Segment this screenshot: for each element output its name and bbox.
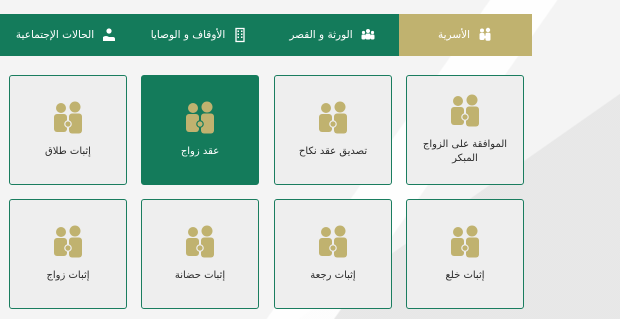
service-label: الموافقة على الزواج المبكر <box>422 138 508 165</box>
service-card-certify-marriage-contract[interactable]: تصديق عقد نكاح <box>274 75 392 185</box>
service-label: إثبات زواج <box>46 269 90 281</box>
tab-family[interactable]: الأسرية <box>399 14 532 56</box>
family-icon <box>183 101 217 137</box>
service-card-early-marriage-approval[interactable]: الموافقة على الزواج المبكر <box>406 75 524 185</box>
family-icon <box>316 101 350 137</box>
tab-social-cases-label: الحالات الإجتماعية <box>15 29 95 41</box>
service-label: عقد زواج <box>180 145 220 157</box>
service-card-marriage-contract[interactable]: عقد زواج <box>141 75 259 185</box>
building-icon <box>232 27 248 43</box>
group-icon <box>360 27 376 43</box>
family-icon <box>316 225 350 261</box>
tab-social-cases[interactable]: الحالات الإجتماعية <box>0 14 133 56</box>
tab-heirs-minors[interactable]: الورثة و القصر <box>266 14 399 56</box>
tab-endowments-wills-label: الأوقاف و الوصايا <box>150 29 226 41</box>
service-label: إثبات رجعة <box>310 269 356 281</box>
family-icon <box>51 225 85 261</box>
family-icon <box>477 27 493 43</box>
service-card-marriage-proof[interactable]: إثبات زواج <box>9 199 127 309</box>
hand-coin-icon <box>101 27 117 43</box>
category-tabs: الأسرية الورثة و القصر الأوقاف و الوصايا… <box>0 14 532 56</box>
tab-endowments-wills[interactable]: الأوقاف و الوصايا <box>133 14 266 56</box>
tab-heirs-minors-label: الورثة و القصر <box>289 29 353 41</box>
service-card-custody-proof[interactable]: إثبات حضانة <box>141 199 259 309</box>
service-label: تصديق عقد نكاح <box>298 145 368 157</box>
service-label: إثبات طلاق <box>45 145 91 157</box>
service-label: إثبات حضانة <box>174 269 226 281</box>
service-card-khula-proof[interactable]: إثبات خلع <box>406 199 524 309</box>
family-icon <box>51 101 85 137</box>
service-label: إثبات خلع <box>445 269 485 281</box>
service-card-return-proof[interactable]: إثبات رجعة <box>274 199 392 309</box>
tab-family-label: الأسرية <box>437 29 471 41</box>
family-icon <box>448 94 482 130</box>
family-icon <box>183 225 217 261</box>
family-icon <box>448 225 482 261</box>
service-card-divorce-proof[interactable]: إثبات طلاق <box>9 75 127 185</box>
